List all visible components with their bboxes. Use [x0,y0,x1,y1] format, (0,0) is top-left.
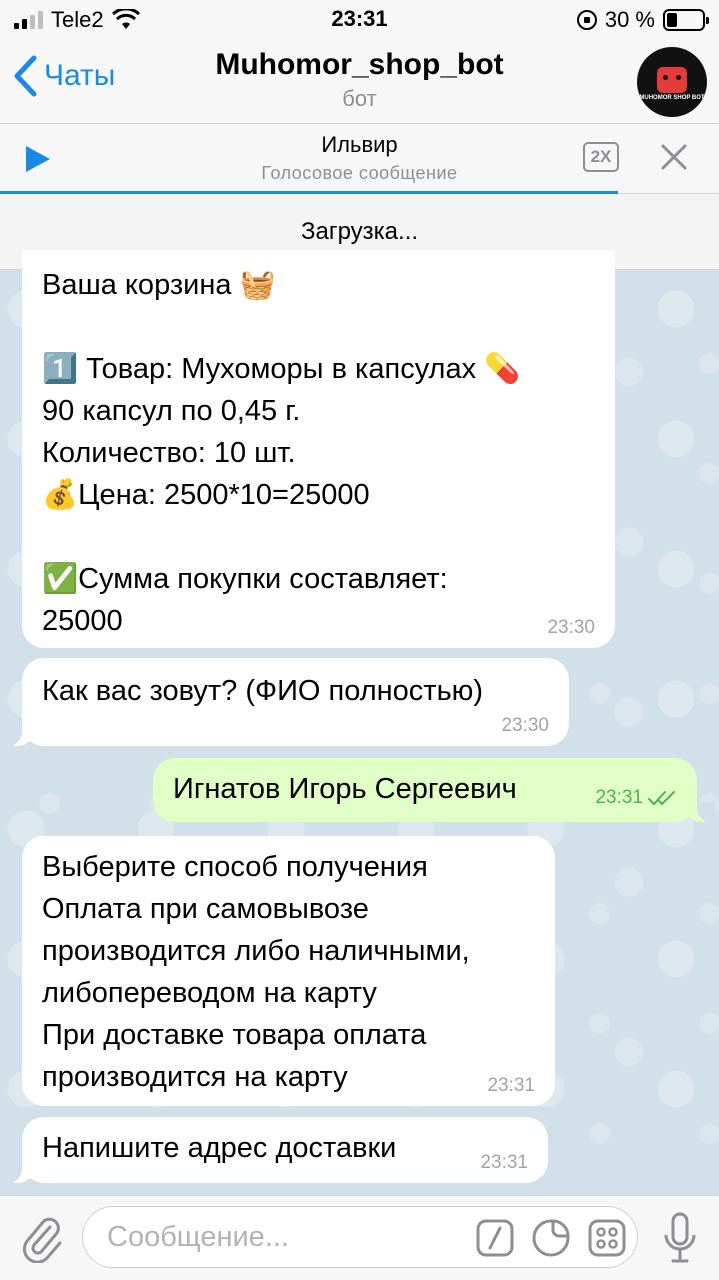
message-bubble-address-request[interactable]: Напишите адрес доставки 23:31 [4,1117,548,1183]
message-text-line: При доставке товара оплата [42,1019,427,1051]
status-bar: Tele2 23:31 30 % [0,0,719,40]
bot-keyboard-icon[interactable] [587,1218,627,1258]
close-icon[interactable] [659,142,689,172]
orientation-lock-icon [576,10,597,30]
message-text: Как вас зовут? (ФИО полностью) [42,675,484,707]
message-text-line: Ваша корзина 🧺 [42,269,276,301]
message-text-line: 1️⃣ Товар: Мухоморы в капсулах 💊 [42,353,521,385]
message-time: 23:31 [480,1152,528,1173]
message-composer: Сообщение... [0,1195,719,1280]
message-bubble-delivery-options[interactable]: Выберите способ получения Оплата при само… [22,836,555,1106]
slash-command-icon[interactable] [475,1218,515,1258]
battery-percent: 30 % [604,7,655,32]
read-checkmarks-icon [648,791,675,806]
message-text-line: Количество: 10 шт. [42,437,296,469]
chat-subtitle: бот [342,86,377,111]
message-time: 23:31 [595,788,677,808]
message-time: 23:30 [501,715,549,736]
message-text-line: ✅Сумма покупки составляет: [42,563,448,595]
message-bubble-cart[interactable]: Ваша корзина 🧺 1️⃣ Товар: Мухоморы в кап… [22,250,615,648]
message-input[interactable]: Сообщение... [82,1206,638,1268]
playback-speed-button[interactable]: 2X [583,142,619,172]
robot-icon [657,66,687,93]
chat-title[interactable]: Muhomor_shop_bot [0,48,719,82]
paperclip-icon[interactable] [20,1213,64,1263]
battery-icon [663,9,709,31]
message-text-line: производится либо наличными, [42,935,470,967]
microphone-icon[interactable] [663,1211,697,1265]
message-bubble-name-question[interactable]: Как вас зовут? (ФИО полностью) 23:30 [4,658,569,746]
sticker-icon[interactable] [531,1218,571,1258]
message-text-line: 💰Цена: 2500*10=25000 [42,479,370,511]
avatar[interactable]: MUHOMOR SHOP BOT [637,47,707,117]
audio-player-bar: Ильвир Голосовое сообщение 2X [0,124,719,194]
avatar-logo-text: MUHOMOR SHOP BOT [639,94,705,101]
message-bubble-outgoing[interactable]: Игнатов Игорь Сергеевич 23:31 [153,758,715,822]
message-text-line: Выберите способ получения [42,851,428,883]
message-text-line [42,516,595,558]
message-time: 23:31 [487,1075,535,1096]
message-text: Напишите адрес доставки [42,1132,397,1164]
message-text-line [42,306,595,348]
message-time-text: 23:31 [595,787,643,808]
message-time: 23:30 [547,617,595,638]
message-text-line: 25000 [42,605,123,637]
message-text-line: либопереводом на карту [42,977,377,1009]
chat-header: Чаты Muhomor_shop_bot бот MUHOMOR SHOP B… [0,40,719,124]
message-text-line: производится на карту [42,1061,348,1093]
message-placeholder: Сообщение... [107,1221,289,1253]
message-text-line: Оплата при самовывозе [42,893,369,925]
message-text-line: 90 капсул по 0,45 г. [42,395,301,427]
